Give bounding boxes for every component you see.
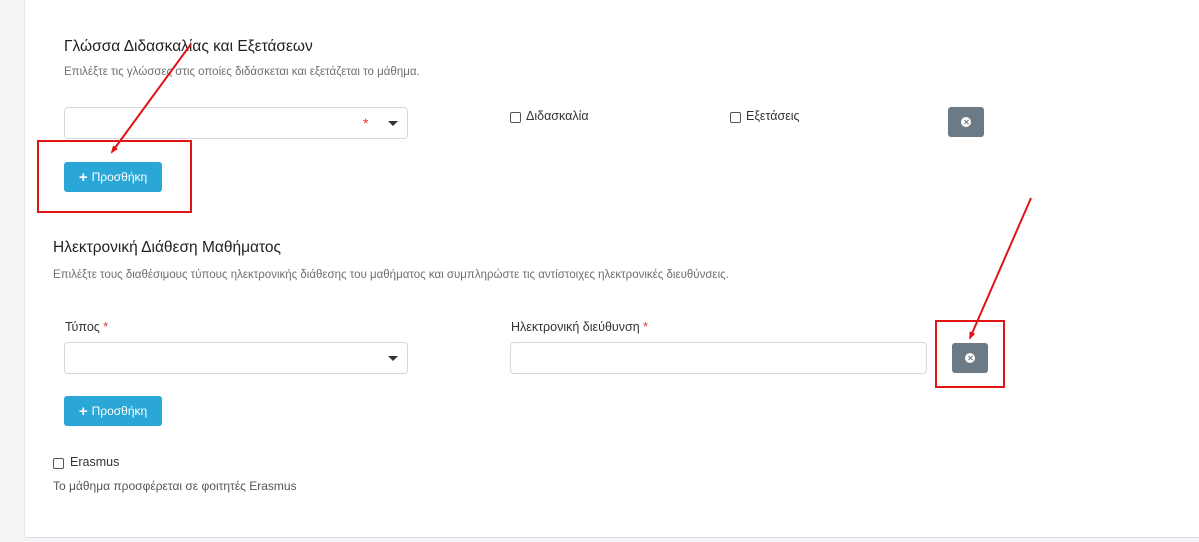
annotation-arrows xyxy=(110,43,1032,340)
annotation-arrow xyxy=(969,197,1032,340)
annotation-arrow xyxy=(110,43,192,154)
